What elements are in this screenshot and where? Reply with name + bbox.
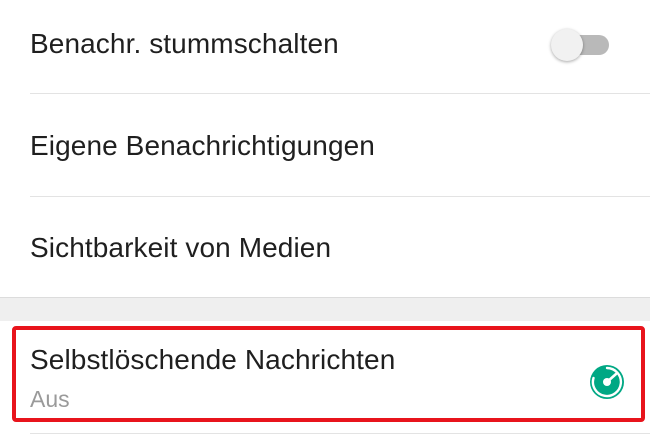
chat-settings-screen: Benachr. stummschalten Eigene Benachrich… — [0, 0, 650, 437]
custom-notifications-row[interactable]: Eigene Benachrichtigungen — [0, 94, 650, 196]
disappearing-messages-row[interactable]: Selbstlöschende Nachrichten Aus — [0, 321, 650, 437]
media-visibility-label: Sichtbarkeit von Medien — [30, 232, 332, 263]
section-separator — [0, 297, 650, 322]
divider — [30, 433, 650, 434]
mute-notifications-label: Benachr. stummschalten — [30, 28, 339, 59]
disappearing-messages-value: Aus — [30, 386, 70, 412]
toggle-thumb — [551, 29, 583, 61]
mute-notifications-row[interactable]: Benachr. stummschalten — [0, 0, 650, 94]
mute-notifications-toggle[interactable] — [551, 29, 609, 61]
disappearing-messages-label: Selbstlöschende Nachrichten — [30, 344, 396, 375]
custom-notifications-label: Eigene Benachrichtigungen — [30, 130, 375, 161]
media-visibility-row[interactable]: Sichtbarkeit von Medien — [0, 197, 650, 297]
timer-icon — [590, 365, 624, 399]
